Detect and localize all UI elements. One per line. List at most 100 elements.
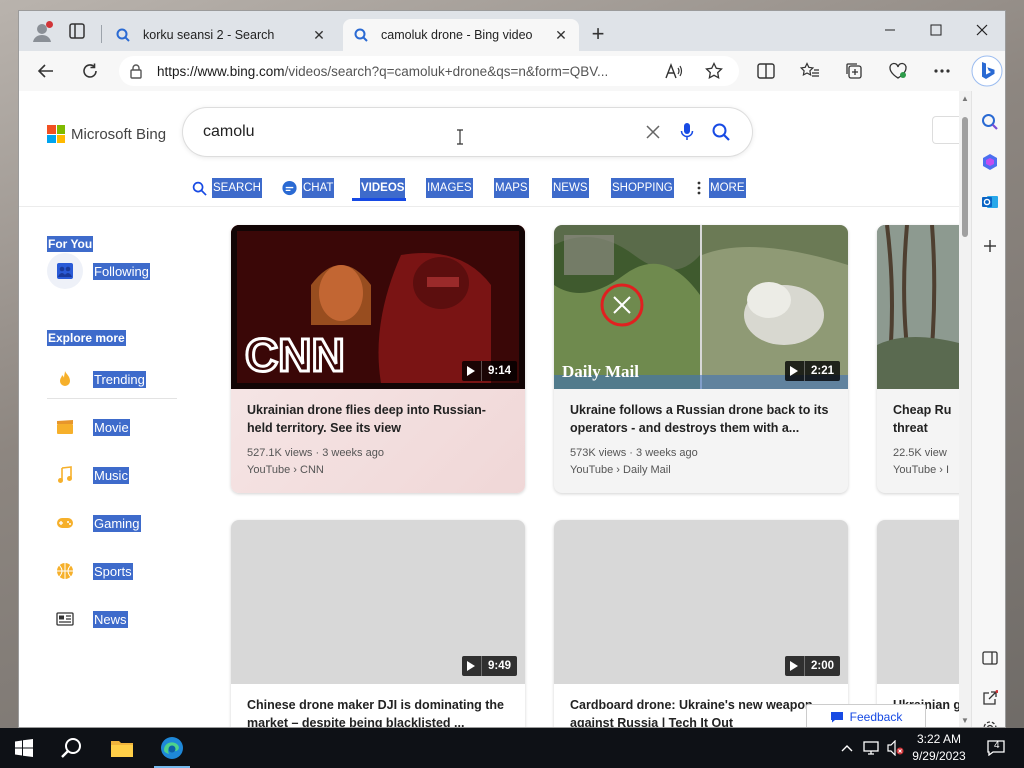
tab-search[interactable]: SEARCH [190, 175, 262, 201]
taskbar-search-button[interactable] [48, 728, 96, 768]
edge-sidebar [971, 91, 1005, 727]
sidebar-divider [47, 398, 177, 399]
tab-shopping[interactable]: SHOPPING [611, 175, 674, 201]
profile-avatar[interactable] [31, 21, 53, 43]
explore-more-heading: Explore more [47, 330, 126, 346]
windows-taskbar: 3:22 AM 9/29/2023 4 [0, 728, 1024, 768]
sidebar-item-trending[interactable]: Trending [55, 363, 146, 395]
tools-icon[interactable] [979, 151, 1001, 173]
hide-sidebar-icon[interactable] [979, 647, 1001, 669]
refresh-button[interactable] [75, 57, 105, 85]
video-thumbnail[interactable]: 2:00 [554, 520, 848, 684]
sidebar-item-news[interactable]: News [55, 603, 128, 635]
video-thumbnail[interactable] [877, 225, 959, 389]
video-title[interactable]: Cardboard drone: Ukraine's new weapon ag… [570, 696, 832, 727]
video-card[interactable]: 2:00 Cardboard drone: Ukraine's new weap… [554, 520, 848, 727]
scroll-up-icon[interactable]: ▲ [961, 95, 969, 103]
tab-korku-search[interactable]: korku seansi 2 - Search ✕ [105, 19, 337, 51]
close-window-button[interactable] [959, 15, 1005, 45]
video-card[interactable]: Cheap Ru threat 22.5K view YouTube › I [877, 225, 959, 493]
back-button[interactable] [31, 57, 61, 85]
video-card[interactable]: CNN 9:14 Ukrainian drone flies deep into… [231, 225, 525, 493]
tab-more[interactable]: MORE [693, 175, 746, 201]
tab-images[interactable]: IMAGES [426, 175, 473, 201]
close-tab-icon[interactable]: ✕ [553, 27, 569, 43]
favorites-icon[interactable] [799, 60, 821, 82]
newspaper-icon [55, 609, 75, 629]
outlook-icon[interactable] [979, 191, 1001, 213]
video-thumbnail[interactable]: 9:49 [231, 520, 525, 684]
read-aloud-icon[interactable] [663, 60, 685, 82]
video-thumbnail[interactable]: CNN 9:14 [231, 225, 525, 389]
scrollbar-thumb[interactable] [962, 117, 968, 237]
search-query-input[interactable]: camolu [203, 123, 636, 141]
video-title[interactable]: Ukrainian drone flies deep into Russian-… [247, 401, 509, 437]
search-submit-icon[interactable] [704, 117, 738, 147]
search-icon [61, 738, 81, 758]
video-meta: 527.1K views · 3 weeks ago YouTube › CNN [247, 447, 384, 476]
add-sidebar-app-icon[interactable] [979, 235, 1001, 257]
lock-icon[interactable] [129, 63, 145, 79]
volume-button[interactable] [884, 728, 906, 768]
close-tab-icon[interactable]: ✕ [311, 27, 327, 43]
volume-muted-icon [887, 740, 904, 756]
search-icon[interactable] [979, 111, 1001, 133]
tab-chat[interactable]: CHAT [280, 175, 335, 201]
new-tab-button[interactable]: + [587, 23, 609, 46]
folder-icon [111, 741, 133, 757]
browser-essentials-icon[interactable] [887, 60, 909, 82]
sidebar-item-gaming[interactable]: Gaming [55, 507, 141, 539]
clock-time: 3:22 AM [916, 732, 962, 746]
external-link-icon[interactable] [979, 687, 1001, 709]
minimize-button[interactable] [867, 15, 913, 45]
ball-icon [55, 561, 75, 581]
video-thumbnail[interactable]: Daily Mail 2:21 [554, 225, 848, 389]
scroll-down-icon[interactable]: ▼ [961, 717, 969, 725]
video-card[interactable]: 9:49 Chinese drone maker DJI is dominati… [231, 520, 525, 727]
video-card[interactable]: Ukrainian g it o [877, 520, 959, 727]
flame-icon [55, 369, 75, 389]
collections-icon[interactable] [843, 60, 865, 82]
search-box[interactable]: camolu [183, 108, 752, 156]
video-duration-badge: 2:00 [784, 656, 840, 676]
video-duration-badge: 9:49 [461, 656, 517, 676]
network-status-button[interactable] [860, 728, 882, 768]
file-explorer-button[interactable] [98, 728, 146, 768]
maximize-button[interactable] [913, 15, 959, 45]
feedback-button[interactable]: Feedback [806, 704, 926, 727]
tab-camoluk-drone[interactable]: camoluk drone - Bing video ✕ [343, 19, 579, 51]
taskbar-clock[interactable]: 3:22 AM 9/29/2023 [904, 731, 974, 765]
start-button[interactable] [0, 728, 48, 768]
play-icon [462, 656, 482, 676]
video-title[interactable]: Chinese drone maker DJI is dominating th… [247, 696, 509, 727]
sign-in-button[interactable] [932, 116, 959, 144]
address-bar[interactable]: https://www.bing.com/videos/search?q=cam… [119, 56, 739, 86]
tab-news[interactable]: NEWS [552, 175, 589, 201]
chat-icon [280, 179, 298, 197]
sidebar-item-music[interactable]: Music [55, 459, 129, 491]
bing-logo[interactable]: Microsoft Bing [47, 125, 166, 143]
settings-more-icon[interactable] [931, 60, 953, 82]
tab-maps[interactable]: MAPS [494, 175, 529, 201]
microphone-icon[interactable] [670, 117, 704, 147]
sidebar-settings-icon[interactable] [979, 717, 1001, 727]
video-title[interactable]: Ukraine follows a Russian drone back to … [570, 401, 832, 437]
page-scrollbar[interactable]: ▲ ▼ [959, 91, 971, 727]
edge-taskbar-button[interactable] [148, 728, 196, 768]
more-vertical-icon [693, 179, 705, 197]
sidebar-item-sports[interactable]: Sports [55, 555, 133, 587]
video-card-info: Cardboard drone: Ukraine's new weapon ag… [554, 684, 848, 727]
sidebar-item-following[interactable]: Following [55, 255, 150, 287]
bing-copilot-icon[interactable] [971, 55, 1003, 87]
video-title[interactable]: Cheap Ru threat [893, 401, 959, 437]
video-card[interactable]: Daily Mail 2:21 Ukraine follows a Russia… [554, 225, 848, 493]
clear-search-icon[interactable] [636, 117, 670, 147]
sidebar-item-movie[interactable]: Movie [55, 411, 130, 443]
tab-bar: korku seansi 2 - Search ✕ camoluk drone … [19, 11, 1005, 51]
split-screen-icon[interactable] [755, 60, 777, 82]
favorite-star-icon[interactable] [703, 60, 725, 82]
url-text: https://www.bing.com/videos/search?q=cam… [157, 63, 609, 79]
video-thumbnail[interactable] [877, 520, 959, 684]
show-hidden-icons-button[interactable] [838, 728, 856, 768]
tab-actions-icon[interactable] [67, 21, 87, 41]
